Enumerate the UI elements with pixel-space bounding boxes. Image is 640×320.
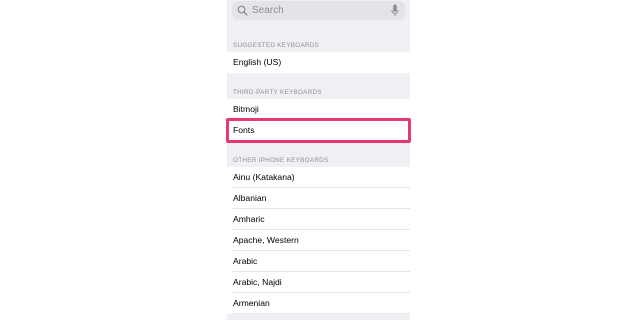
keyboard-row-albanian[interactable]: Albanian xyxy=(227,188,410,209)
search-icon xyxy=(237,5,248,16)
third-party-keyboards-list: Bitmoji Fonts xyxy=(227,99,410,141)
screenshot-page: Search SUGGESTED KEYBOARDS English (US) … xyxy=(0,0,640,320)
section-header-suggested: SUGGESTED KEYBOARDS xyxy=(233,42,320,49)
suggested-keyboards-list: English (US) xyxy=(227,52,410,73)
keyboard-row-armenian[interactable]: Armenian xyxy=(227,293,410,314)
other-keyboards-list: Ainu (Katakana) Albanian Amharic Apache,… xyxy=(227,167,410,314)
section-header-third-party: THIRD-PARTY KEYBOARDS xyxy=(233,89,322,96)
keyboard-row-arabic[interactable]: Arabic xyxy=(227,251,410,272)
keyboard-row-bitmoji[interactable]: Bitmoji xyxy=(227,99,410,120)
search-input[interactable]: Search xyxy=(232,1,405,20)
keyboard-row-apache-western[interactable]: Apache, Western xyxy=(227,230,410,251)
keyboard-row-ainu-katakana[interactable]: Ainu (Katakana) xyxy=(227,167,410,188)
keyboard-row-arabic-najdi[interactable]: Arabic, Najdi xyxy=(227,272,410,293)
keyboard-row-amharic[interactable]: Amharic xyxy=(227,209,410,230)
search-area: Search xyxy=(227,0,410,24)
keyboard-row-english-us[interactable]: English (US) xyxy=(227,52,410,73)
search-placeholder: Search xyxy=(252,5,284,16)
keyboard-settings-screen: Search SUGGESTED KEYBOARDS English (US) … xyxy=(227,0,410,320)
microphone-icon[interactable] xyxy=(391,4,399,17)
keyboard-row-fonts[interactable]: Fonts xyxy=(227,120,410,141)
section-header-other: OTHER IPHONE KEYBOARDS xyxy=(233,157,329,164)
